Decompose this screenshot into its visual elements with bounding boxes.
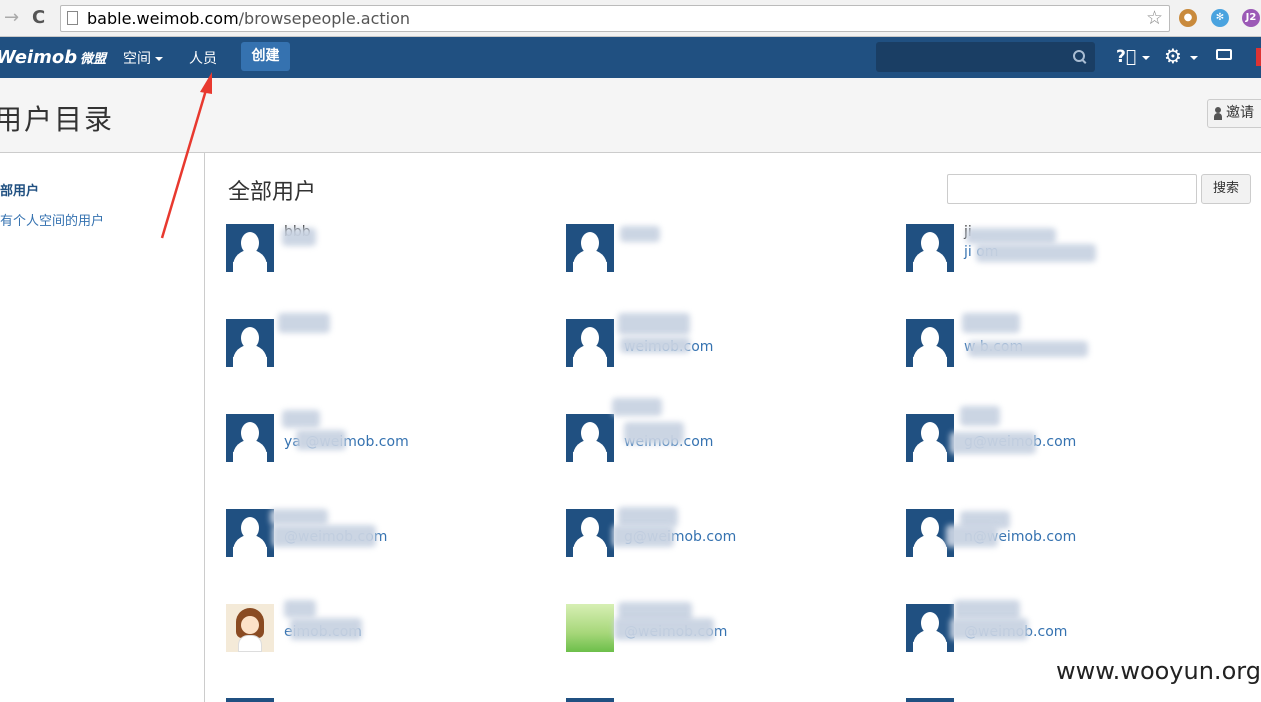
user-avatar-icon[interactable]	[566, 319, 614, 367]
person-icon	[1214, 106, 1222, 120]
redaction-blur	[618, 507, 678, 527]
gear-icon[interactable]: ⚙	[1164, 44, 1182, 68]
sidebar-item-users-with-space[interactable]: 有个人空间的用户	[0, 210, 104, 229]
page-icon	[67, 11, 78, 25]
redaction-blur	[976, 244, 1096, 262]
app-header: Weimob 微盟 空间 人员 创建 ?⃝ ⚙	[0, 37, 1261, 78]
redaction-blur	[618, 313, 690, 335]
search-icon	[1073, 50, 1085, 62]
invite-button[interactable]: 邀请	[1207, 99, 1261, 128]
create-button[interactable]: 创建	[241, 42, 290, 71]
browser-toolbar: → C bable.weimob.com/browsepeople.action…	[0, 0, 1261, 37]
redaction-blur	[946, 525, 998, 547]
redaction-blur	[270, 509, 328, 525]
user-avatar-icon[interactable]	[906, 698, 954, 702]
menu-people[interactable]: 人员	[189, 48, 217, 68]
redaction-blur	[296, 430, 346, 450]
user-avatar-icon[interactable]	[906, 224, 954, 272]
user-avatar-icon[interactable]	[906, 414, 954, 462]
user-avatar-icon[interactable]	[566, 509, 614, 557]
people-search-input[interactable]	[947, 174, 1197, 204]
address-bar[interactable]: bable.weimob.com/browsepeople.action ☆	[60, 5, 1170, 32]
user-avatar[interactable]	[1256, 48, 1261, 66]
page-title: 用户目录	[0, 103, 115, 136]
redaction-blur	[272, 525, 376, 547]
redaction-blur	[612, 398, 662, 416]
user-avatar-icon[interactable]	[226, 509, 274, 557]
user-avatar-icon[interactable]	[906, 604, 954, 652]
user-avatar-icon[interactable]	[566, 698, 614, 702]
sidebar-item-all-users[interactable]: 部用户	[0, 180, 39, 199]
redaction-blur	[954, 600, 1020, 620]
redaction-blur	[282, 228, 316, 246]
redaction-blur	[620, 226, 660, 242]
redaction-blur	[284, 600, 316, 618]
redaction-blur	[966, 228, 1056, 244]
logo[interactable]: Weimob 微盟	[0, 47, 106, 68]
redaction-blur	[962, 313, 1020, 333]
user-avatar-icon[interactable]	[566, 604, 614, 652]
user-avatar-icon[interactable]	[906, 319, 954, 367]
redaction-blur	[624, 422, 684, 444]
chevron-down-icon	[1142, 56, 1150, 60]
redaction-blur	[950, 432, 1036, 454]
chevron-down-icon	[1190, 56, 1198, 60]
header-search-input[interactable]	[876, 42, 1095, 72]
chevron-down-icon	[155, 57, 163, 61]
redaction-blur	[278, 313, 330, 333]
bookmark-star-icon[interactable]: ☆	[1146, 7, 1163, 29]
extension-j2-icon[interactable]: J2	[1242, 9, 1260, 27]
user-avatar-icon[interactable]	[226, 414, 274, 462]
user-avatar-icon[interactable]	[226, 224, 274, 272]
search-button[interactable]: 搜索	[1201, 174, 1251, 204]
user-avatar-icon[interactable]	[226, 698, 274, 702]
redaction-blur	[620, 337, 690, 353]
reload-icon[interactable]: C	[32, 7, 45, 29]
redaction-blur	[612, 525, 674, 547]
help-icon[interactable]: ?⃝	[1116, 47, 1136, 67]
menu-spaces[interactable]: 空间	[123, 48, 163, 68]
back-arrow-icon[interactable]: →	[4, 7, 19, 29]
puzzle-icon[interactable]: ✻	[1211, 9, 1229, 27]
url-text: bable.weimob.com/browsepeople.action	[87, 9, 411, 28]
section-heading: 全部用户	[228, 180, 317, 205]
redaction-blur	[950, 618, 1028, 640]
redaction-blur	[960, 406, 1000, 426]
redaction-blur	[282, 410, 320, 428]
user-avatar-icon[interactable]	[566, 414, 614, 462]
sidebar: 部用户 有个人空间的用户	[0, 153, 205, 702]
page-header: 用户目录 邀请	[0, 78, 1261, 153]
cookie-icon[interactable]: ●	[1179, 9, 1197, 27]
user-avatar-icon[interactable]	[226, 319, 274, 367]
inbox-icon[interactable]	[1216, 49, 1232, 60]
user-avatar-icon[interactable]	[226, 604, 274, 652]
redaction-blur	[968, 341, 1088, 357]
redaction-blur	[290, 618, 362, 640]
user-avatar-icon[interactable]	[566, 224, 614, 272]
redaction-blur	[614, 618, 714, 640]
watermark: www.wooyun.org	[1056, 657, 1261, 685]
